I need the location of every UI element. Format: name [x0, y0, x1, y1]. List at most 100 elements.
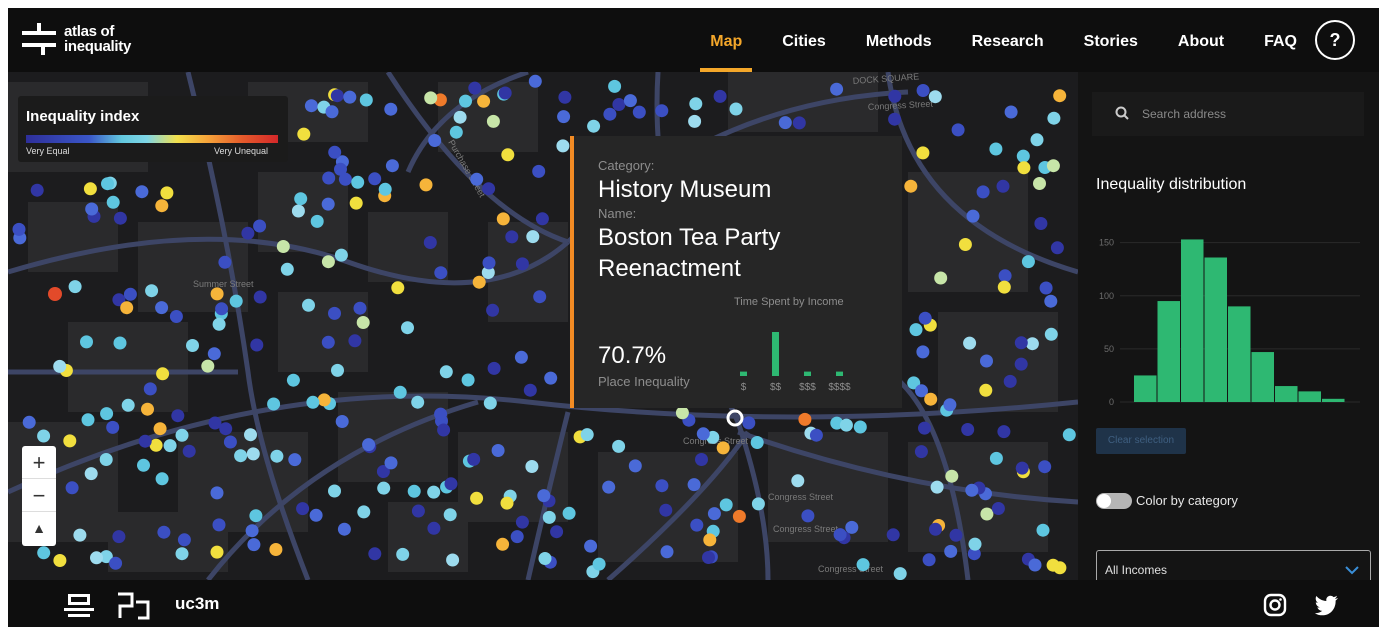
- place-dot[interactable]: [81, 413, 95, 427]
- place-dot[interactable]: [247, 538, 261, 552]
- place-dot[interactable]: [121, 398, 135, 412]
- place-dot[interactable]: [210, 287, 224, 301]
- place-dot[interactable]: [707, 507, 721, 521]
- place-dot[interactable]: [362, 438, 376, 452]
- place-dot[interactable]: [916, 345, 930, 359]
- place-dot[interactable]: [269, 543, 283, 556]
- place-dot[interactable]: [963, 336, 977, 350]
- place-dot[interactable]: [742, 416, 756, 430]
- place-dot[interactable]: [997, 425, 1011, 439]
- zoom-out-button[interactable]: −: [22, 479, 56, 512]
- place-dot[interactable]: [886, 528, 900, 542]
- place-dot[interactable]: [1015, 461, 1029, 475]
- place-dot[interactable]: [286, 373, 300, 387]
- place-dot[interactable]: [250, 338, 264, 352]
- place-dot[interactable]: [310, 214, 324, 228]
- place-dot[interactable]: [1034, 217, 1048, 230]
- place-dot[interactable]: [928, 90, 942, 104]
- place-dot[interactable]: [798, 412, 812, 426]
- place-dot[interactable]: [334, 248, 348, 262]
- place-dot[interactable]: [218, 255, 232, 269]
- place-dot[interactable]: [141, 402, 154, 416]
- place-dot[interactable]: [53, 359, 67, 373]
- place-dot[interactable]: [703, 533, 717, 547]
- place-dot[interactable]: [407, 484, 421, 498]
- place-dot[interactable]: [157, 525, 171, 539]
- place-dot[interactable]: [302, 298, 315, 312]
- help-button[interactable]: ?: [1315, 20, 1355, 60]
- place-dot[interactable]: [223, 435, 237, 449]
- place-dot[interactable]: [175, 428, 189, 442]
- place-dot[interactable]: [477, 94, 491, 108]
- histogram-bar[interactable]: [1157, 301, 1181, 402]
- place-dot[interactable]: [486, 114, 500, 128]
- histogram-bar[interactable]: [1275, 386, 1298, 402]
- place-dot[interactable]: [186, 339, 199, 352]
- place-dot[interactable]: [542, 510, 556, 524]
- place-dot[interactable]: [1038, 460, 1052, 474]
- place-dot[interactable]: [557, 110, 571, 124]
- place-dot[interactable]: [702, 551, 715, 564]
- place-dot[interactable]: [359, 93, 373, 107]
- place-dot[interactable]: [84, 467, 98, 481]
- twitter-icon[interactable]: [1314, 592, 1340, 618]
- place-dot[interactable]: [1030, 133, 1044, 147]
- place-dot[interactable]: [449, 125, 463, 139]
- place-dot[interactable]: [1016, 149, 1030, 163]
- place-dot[interactable]: [945, 469, 959, 483]
- place-dot[interactable]: [1033, 177, 1046, 190]
- place-dot[interactable]: [1044, 294, 1058, 308]
- place-dot[interactable]: [229, 294, 243, 308]
- brand-logo[interactable]: atlas of inequality: [22, 21, 131, 57]
- place-dot[interactable]: [751, 497, 765, 511]
- place-dot[interactable]: [106, 420, 120, 434]
- place-dot[interactable]: [270, 449, 284, 463]
- place-dot[interactable]: [368, 172, 382, 186]
- place-dot[interactable]: [343, 90, 357, 104]
- place-dot[interactable]: [101, 177, 114, 191]
- place-dot[interactable]: [175, 547, 189, 561]
- place-dot[interactable]: [145, 284, 159, 298]
- histogram-bar[interactable]: [1134, 375, 1157, 402]
- place-dot[interactable]: [253, 219, 267, 233]
- place-dot[interactable]: [22, 415, 36, 429]
- place-dot[interactable]: [558, 90, 572, 104]
- place-dot[interactable]: [212, 317, 226, 331]
- place-dot[interactable]: [732, 509, 746, 523]
- place-dot[interactable]: [472, 275, 486, 289]
- place-dot[interactable]: [510, 530, 524, 544]
- place-dot[interactable]: [893, 567, 907, 580]
- place-dot[interactable]: [483, 396, 497, 410]
- place-dot[interactable]: [335, 415, 349, 428]
- histogram-bar[interactable]: [1322, 398, 1345, 402]
- place-dot[interactable]: [155, 199, 169, 213]
- place-dot[interactable]: [791, 474, 805, 488]
- place-dot[interactable]: [83, 182, 97, 196]
- place-dot[interactable]: [317, 393, 331, 407]
- place-dot[interactable]: [918, 421, 931, 435]
- place-dot[interactable]: [660, 545, 674, 559]
- place-dot[interactable]: [916, 84, 930, 97]
- nav-faq[interactable]: FAQ: [1264, 8, 1297, 72]
- histogram-bar[interactable]: [1298, 391, 1322, 402]
- nav-research[interactable]: Research: [972, 8, 1044, 72]
- place-dot[interactable]: [177, 533, 191, 547]
- place-dot[interactable]: [470, 172, 484, 186]
- place-dot[interactable]: [120, 301, 134, 315]
- compass-button[interactable]: ▲: [22, 512, 56, 545]
- place-dot[interactable]: [219, 422, 233, 436]
- place-dot[interactable]: [201, 359, 215, 373]
- place-dot[interactable]: [393, 385, 407, 399]
- place-dot[interactable]: [655, 479, 669, 493]
- place-dot[interactable]: [584, 539, 598, 553]
- place-dot[interactable]: [1014, 357, 1028, 371]
- place-dot[interactable]: [713, 89, 727, 103]
- place-dot[interactable]: [688, 114, 702, 128]
- place-dot[interactable]: [321, 255, 335, 269]
- place-dot[interactable]: [249, 509, 263, 523]
- place-dot[interactable]: [612, 98, 626, 111]
- place-dot[interactable]: [291, 204, 305, 218]
- place-dot[interactable]: [411, 395, 425, 409]
- place-dot[interactable]: [384, 456, 398, 470]
- place-dot[interactable]: [276, 240, 290, 253]
